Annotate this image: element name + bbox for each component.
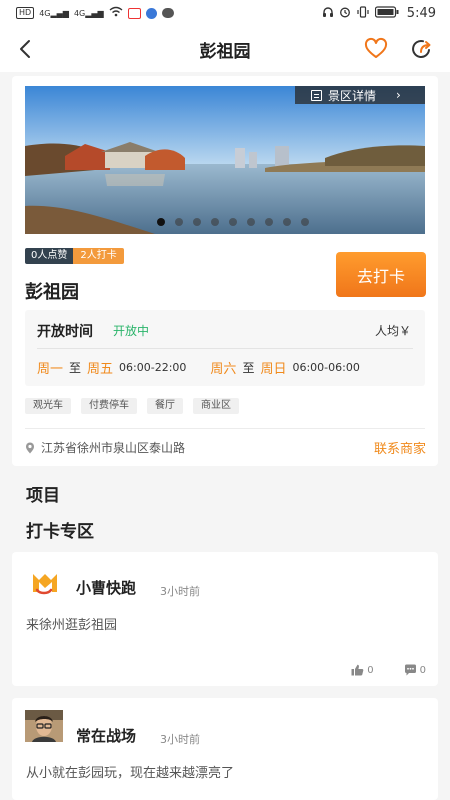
weekday-time: 06:00-22:00 (119, 361, 187, 374)
like-count: 0 (367, 664, 374, 676)
carousel-dot[interactable] (157, 218, 165, 226)
weekend-to: 周日 (260, 362, 287, 377)
chevron-left-icon[interactable] (14, 37, 38, 61)
chevron-right-icon: › (396, 88, 401, 102)
comment-count: 0 (419, 664, 426, 676)
comment-icon (404, 664, 416, 676)
location-pin-icon (25, 442, 35, 454)
carousel-dot[interactable] (229, 218, 237, 226)
carousel-dot[interactable] (247, 218, 255, 226)
opening-hours-panel: 开放时间 开放中 人均￥ 周一 至 周五 06:00-22:00 周六 至 周日… (25, 310, 425, 386)
contact-merchant-link[interactable]: 联系商家 (374, 438, 426, 457)
avatar[interactable] (25, 710, 63, 742)
post-card[interactable]: 常在战场 3小时前 从小就在彭园玩，现在越来越漂亮了 (12, 698, 438, 800)
post-card[interactable]: 小曹快跑 3小时前 来徐州逛彭祖园 0 0 (12, 552, 438, 686)
browser-notification-icon (145, 7, 157, 19)
nav-bar: 彭祖园 (0, 26, 450, 72)
like-count-badge: 0人点赞 (25, 248, 74, 264)
weekend-from: 周六 (210, 362, 237, 377)
post-time: 3小时前 (160, 585, 200, 598)
message-notification-icon (161, 8, 174, 18)
carousel-dot[interactable] (265, 218, 273, 226)
carousel-dot[interactable] (301, 218, 309, 226)
facility-tag: 付费停车 (81, 398, 137, 414)
weekday-from: 周一 (37, 362, 64, 377)
facility-tag: 观光车 (25, 398, 71, 414)
checkin-count-badge: 2人打卡 (73, 248, 124, 264)
hours-divider (37, 348, 413, 349)
facility-tag: 餐厅 (147, 398, 183, 414)
banner-carousel[interactable]: 景区详情 › (25, 86, 425, 234)
spot-card: 景区详情 › 0人点赞 2人打卡 彭祖园 去打卡 开放时间 开放中 人均￥ 周一… (12, 76, 438, 466)
average-price: 人均￥ (374, 324, 411, 338)
thumbs-up-icon (351, 664, 364, 676)
weekend-time: 06:00-06:00 (292, 361, 360, 374)
wifi-icon (109, 6, 123, 20)
headphones-icon (322, 6, 334, 21)
open-status: 开放中 (113, 324, 150, 338)
status-bar: HD 4G▂▄▆ 4G▂▄▆ 5:49 (0, 0, 450, 26)
carousel-dot[interactable] (211, 218, 219, 226)
weekday-to-word: 至 (69, 361, 82, 375)
signal-label-2: 4G (73, 8, 86, 18)
stats-badges: 0人点赞 2人打卡 (25, 248, 124, 264)
clock-time: 5:49 (406, 5, 436, 21)
carousel-dot[interactable] (193, 218, 201, 226)
facility-tags: 观光车 付费停车 餐厅 商业区 (25, 398, 239, 414)
page-title: 彭祖园 (199, 41, 251, 62)
network-badge: HD (16, 7, 35, 19)
like-action[interactable]: 0 (351, 664, 374, 676)
checkin-button[interactable]: 去打卡 (336, 252, 426, 297)
carousel-dots (25, 218, 425, 226)
post-actions: 0 0 (351, 664, 426, 676)
items-section-title: 项目 (26, 486, 60, 506)
carousel-dot[interactable] (283, 218, 291, 226)
signal-icon-2: 4G▂▄▆ (73, 8, 104, 18)
spot-name: 彭祖园 (25, 282, 79, 303)
checkin-zone-title: 打卡专区 (26, 522, 94, 542)
avatar[interactable] (25, 566, 63, 598)
post-text: 来徐州逛彭祖园 (26, 618, 118, 633)
carousel-dot[interactable] (175, 218, 183, 226)
share-icon[interactable] (410, 37, 434, 61)
hours-row: 周一 至 周五 06:00-22:00 周六 至 周日 06:00-06:00 (37, 358, 360, 377)
document-icon (311, 89, 322, 101)
comment-action[interactable]: 0 (404, 664, 426, 676)
post-time: 3小时前 (160, 733, 200, 746)
address-row[interactable]: 江苏省徐州市泉山区泰山路 (25, 439, 185, 456)
post-username[interactable]: 小曹快跑 (76, 577, 136, 598)
signal-label-1: 4G (39, 8, 51, 18)
battery-icon (374, 5, 399, 21)
address-text: 江苏省徐州市泉山区泰山路 (41, 441, 186, 455)
address-divider (25, 428, 425, 429)
status-right: 5:49 (322, 6, 436, 21)
vibrate-icon (356, 5, 370, 21)
scenic-detail-label: 景区详情 (328, 88, 377, 103)
banner-image (25, 86, 425, 234)
weekend-to-word: 至 (242, 361, 255, 375)
status-left: HD 4G▂▄▆ 4G▂▄▆ (16, 6, 174, 20)
post-text: 从小就在彭园玩，现在越来越漂亮了 (26, 766, 235, 781)
facility-tag: 商业区 (193, 398, 239, 414)
alarm-icon (339, 6, 351, 21)
weekday-to: 周五 (87, 362, 114, 377)
heart-outline-icon[interactable] (364, 37, 388, 61)
scenic-detail-button[interactable]: 景区详情 › (295, 86, 425, 104)
app-notification-icon (127, 7, 141, 19)
hours-label: 开放时间 (37, 324, 93, 340)
signal-icon: 4G▂▄▆ (39, 8, 69, 18)
post-username[interactable]: 常在战场 (76, 725, 136, 746)
